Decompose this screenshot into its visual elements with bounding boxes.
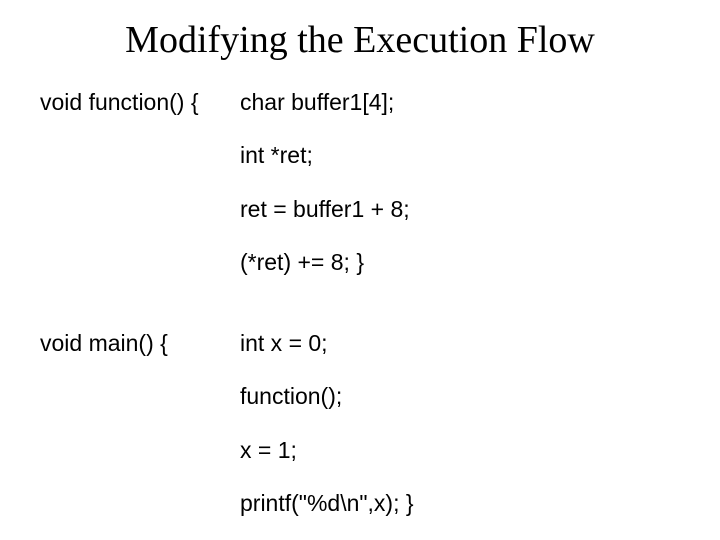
- code-row: printf("%d\n",x); }: [40, 491, 680, 516]
- code-line: int x = 0;: [240, 331, 680, 356]
- function-signature: void function() {: [40, 90, 240, 115]
- slide: Modifying the Execution Flow void functi…: [0, 0, 720, 540]
- code-line: char buffer1[4];: [240, 90, 680, 115]
- code-row: function();: [40, 384, 680, 409]
- code-line: int *ret;: [240, 143, 680, 168]
- code-row: ret = buffer1 + 8;: [40, 197, 680, 222]
- code-row: void main() { int x = 0;: [40, 331, 680, 356]
- slide-title: Modifying the Execution Flow: [40, 18, 680, 62]
- code-line: x = 1;: [240, 438, 680, 463]
- code-block: void function() { char buffer1[4]; int *…: [40, 90, 680, 516]
- code-line: ret = buffer1 + 8;: [240, 197, 680, 222]
- code-row: void function() { char buffer1[4];: [40, 90, 680, 115]
- code-row: int *ret;: [40, 143, 680, 168]
- code-row: x = 1;: [40, 438, 680, 463]
- main-signature: void main() {: [40, 331, 240, 356]
- code-line: printf("%d\n",x); }: [240, 491, 680, 516]
- code-line: function();: [240, 384, 680, 409]
- code-row: (*ret) += 8; }: [40, 250, 680, 275]
- code-line: (*ret) += 8; }: [240, 250, 680, 275]
